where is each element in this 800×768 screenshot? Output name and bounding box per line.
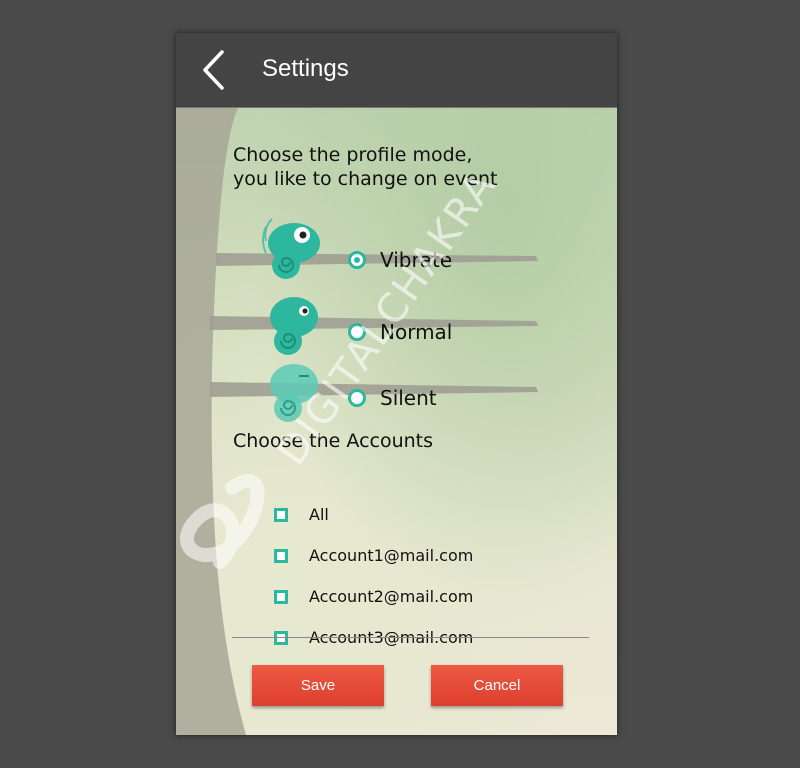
checkbox-label: All [309,505,329,524]
radio-silent[interactable]: Silent [348,386,437,410]
divider [232,637,589,638]
back-button[interactable] [198,49,232,91]
phone-frame: Settings Choose the profile mode, you li… [176,33,617,735]
checkbox-label: Account2@mail.com [309,587,474,606]
radio-normal[interactable]: Normal [348,320,452,344]
radio-label: Normal [380,320,453,344]
radio-vibrate[interactable]: Vibrate [348,248,452,272]
settings-content: Choose the profile mode, you like to cha… [176,108,617,735]
chevron-left-icon [203,50,224,90]
checkbox-all[interactable]: All [274,505,329,524]
page-title: Settings [262,55,349,82]
checkbox-account1[interactable]: Account1@mail.com [274,546,473,565]
profile-prompt: Choose the profile mode, you like to cha… [233,144,498,190]
checkbox[interactable] [274,589,288,604]
checkbox[interactable] [274,507,288,522]
checkbox[interactable] [274,548,288,563]
save-button[interactable]: Save [252,665,384,706]
chameleon-silent-icon [270,364,318,422]
app-bar: Settings [176,33,617,108]
accounts-title: Choose the Accounts [233,430,434,452]
cancel-button[interactable]: Cancel [431,665,563,706]
radio-label: Silent [380,386,437,410]
radio-button[interactable] [348,389,366,407]
checkbox-account2[interactable]: Account2@mail.com [274,587,473,606]
chameleon-vibrate-icon [262,218,320,279]
radio-label: Vibrate [380,248,453,272]
radio-button[interactable] [348,323,366,341]
radio-button[interactable] [348,251,366,269]
chameleon-normal-icon [270,297,318,355]
checkbox-label: Account1@mail.com [309,546,474,565]
